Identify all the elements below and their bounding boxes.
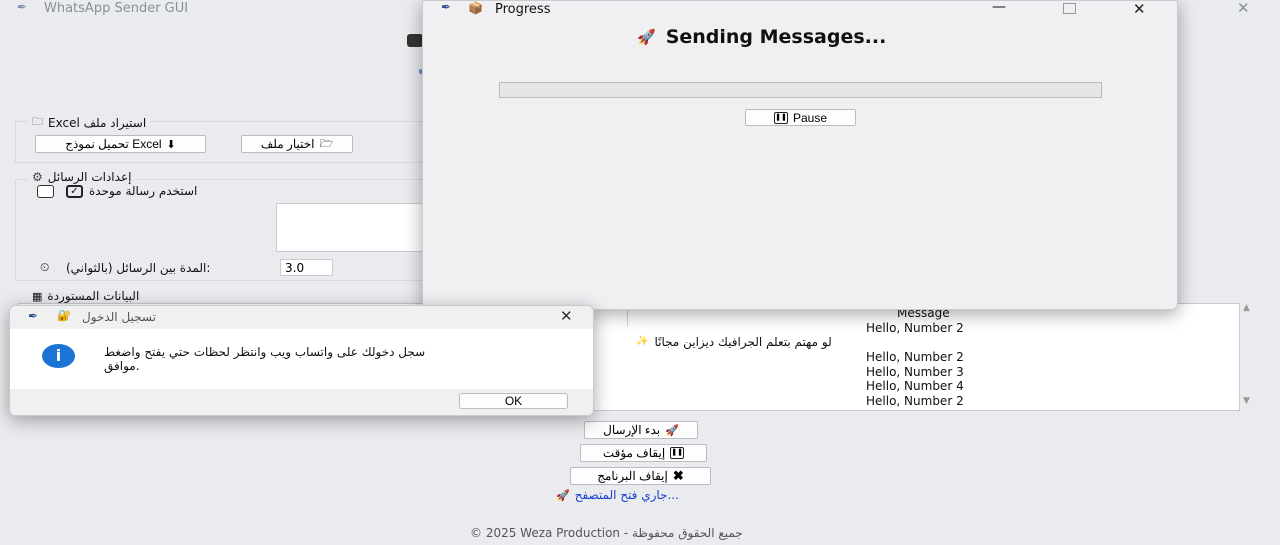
table-icon: ▦ <box>32 289 43 303</box>
progress-pause-button[interactable]: ❚❚ Pause <box>745 109 856 126</box>
table-row[interactable]: Hello, Number 2 <box>866 394 964 409</box>
status-text: جاري فتح المتصفح... <box>574 488 679 502</box>
interval-input[interactable] <box>280 259 333 276</box>
progress-window-title: Progress <box>495 2 551 17</box>
progress-window: ✒ 📦 Progress — ✕ 🚀 Sending Messages... ❚… <box>422 0 1178 310</box>
login-close-icon[interactable]: ✕ <box>560 307 573 325</box>
data-frame-title: ▦ البيانات المستوردة <box>28 289 144 303</box>
lock-icon: 🔐 <box>57 309 71 322</box>
choose-file-button[interactable]: اختيار ملف 🗁 <box>241 135 353 153</box>
login-title-bar: ✒ 🔐 تسجيل الدخول ✕ <box>10 306 593 328</box>
login-dialog: ✒ 🔐 تسجيل الدخول ✕ i سجل دخولك على واتسا… <box>9 305 594 416</box>
table-row[interactable]: Hello, Number 3 <box>866 365 964 380</box>
unified-message-label: استخدم رسالة موحدة <box>89 184 198 198</box>
timer-icon: ⏲ <box>40 260 50 274</box>
scroll-down-icon[interactable]: ▼ <box>1243 396 1250 406</box>
login-dialog-title: تسجيل الدخول <box>82 310 156 324</box>
checked-box-icon: ✓ <box>66 184 83 198</box>
scroll-up-icon[interactable]: ▲ <box>1243 303 1250 313</box>
stop-program-button[interactable]: إيقاف البرنامج ✖ <box>570 467 711 485</box>
unified-message-checkbox[interactable] <box>37 185 54 198</box>
folder-open-icon: 🗁 <box>319 137 334 150</box>
progress-pause-label: Pause <box>792 110 828 125</box>
progress-bar <box>499 82 1102 98</box>
rocket-heading-icon: 🚀 <box>637 28 656 46</box>
message-frame-title: ⚙ إعدادات الرسائل <box>28 170 136 184</box>
table-row[interactable]: Hello, Number 4 <box>866 379 964 394</box>
login-message-line1: سجل دخولك على واتساب ويب وانتظر لحظات حت… <box>104 345 426 359</box>
feather-icon: ✒ <box>28 309 39 323</box>
login-body: i سجل دخولك على واتساب ويب وانتظر لحظات … <box>10 329 593 389</box>
rocket-status-icon: 🚀 <box>556 488 570 502</box>
download-icon: ⬇ <box>166 138 176 151</box>
gear-icon: ⚙ <box>32 170 43 184</box>
ok-button[interactable]: OK <box>459 393 568 409</box>
table-row[interactable]: Hello, Number 2 <box>866 321 964 336</box>
interval-label: المدة بين الرسائل (بالثواني): <box>66 261 211 275</box>
choose-file-label: اختيار ملف <box>260 137 315 151</box>
pause-main-button[interactable]: إيقاف مؤقت ❚❚ <box>580 444 707 462</box>
package-icon: 📦 <box>468 1 483 15</box>
header-logo-icon <box>407 34 423 47</box>
stop-program-label: إيقاف البرنامج <box>597 469 668 483</box>
progress-title-bar: ✒ 📦 Progress — ✕ <box>423 0 1177 18</box>
rocket-icon: 🚀 <box>665 424 679 437</box>
main-window-title: WhatsApp Sender GUI <box>44 1 189 16</box>
pause-main-label: إيقاف مؤقت <box>602 446 666 460</box>
table-row[interactable]: ✨ لو مهتم بتعلم الجرافيك ديزاين مجانًا <box>636 335 832 350</box>
footer-text: © 2025 Weza Production - جميع الحقوق محف… <box>470 526 743 540</box>
pause-icon: ❚❚ <box>773 111 788 124</box>
status-line: 🚀 جاري فتح المتصفح... <box>556 488 679 502</box>
login-message-line2: موافق. <box>104 359 140 373</box>
progress-close-icon[interactable]: ✕ <box>1133 0 1146 18</box>
main-close-icon[interactable]: ✕ <box>1237 0 1250 17</box>
progress-heading: 🚀 Sending Messages... <box>637 26 887 48</box>
folder-icon: 🗀 <box>32 115 43 128</box>
unified-message-option[interactable]: ✓ استخدم رسالة موحدة <box>66 184 197 198</box>
table-row[interactable]: Hello, Number 2 <box>866 350 964 365</box>
feather-icon: ✒ <box>17 0 28 14</box>
minimize-icon[interactable]: — <box>992 0 1006 15</box>
info-icon: i <box>42 344 75 368</box>
close-x-icon: ✖ <box>672 468 684 483</box>
feather-icon: ✒ <box>441 0 452 14</box>
sparkle-icon: ✨ <box>636 336 649 347</box>
start-sending-label: بدء الإرسال <box>603 423 661 437</box>
start-sending-button[interactable]: بدء الإرسال 🚀 <box>584 421 698 439</box>
download-template-button[interactable]: تحميل نموذج Excel ⬇ <box>35 135 206 153</box>
unified-message-textbox[interactable] <box>276 203 436 252</box>
maximize-icon[interactable] <box>1063 3 1076 14</box>
excel-frame-title: استيراد ملف Excel 🗀 <box>28 113 151 132</box>
table-scrollbar[interactable]: ▲ ▼ <box>1240 303 1256 409</box>
pause-icon: ❚❚ <box>670 447 685 459</box>
download-template-label: تحميل نموذج Excel <box>65 137 162 151</box>
